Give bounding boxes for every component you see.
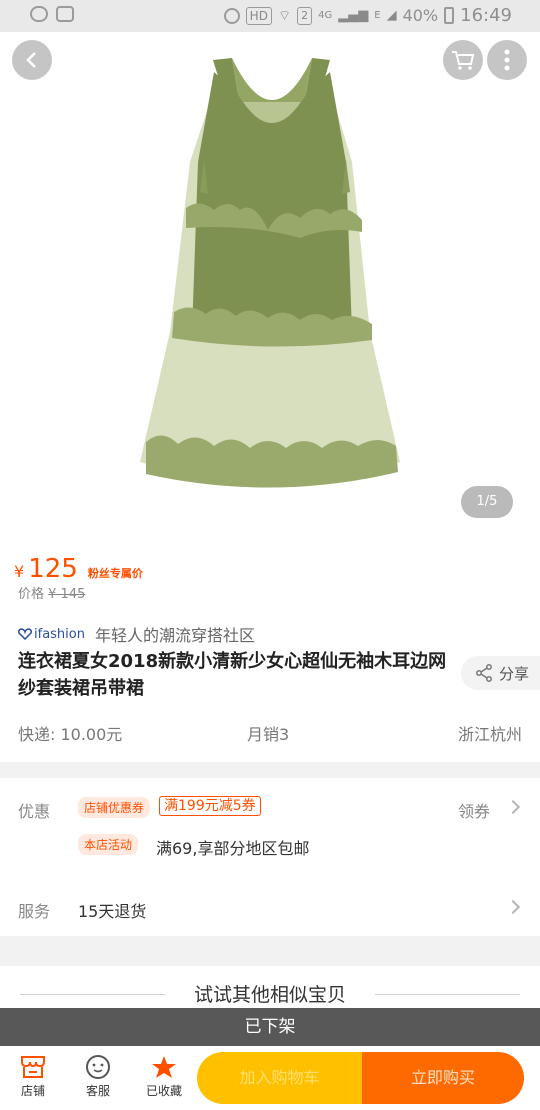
more-vertical-icon [504, 49, 510, 71]
image-pager: 1/5 [461, 486, 513, 518]
store-activity-tag: 本店活动 [78, 834, 139, 855]
status-bar: HD ⌔ 2 4G ▂▄▆ E ◢ 40% 16:49 [0, 0, 540, 32]
original-price: ¥ 145 [48, 587, 86, 602]
product-gallery[interactable]: 1/5 [0, 32, 540, 540]
product-title: 连衣裙夏女2018新款小清新少女心超仙无袖木耳边网纱套装裙吊带裙 [18, 651, 447, 699]
clock: 16:49 [460, 5, 512, 26]
currency-symbol: ¥ [14, 562, 25, 581]
shipping-fee: 快递: 10.00元 [18, 725, 123, 744]
original-price-label: 价格 [18, 587, 45, 602]
product-image [140, 58, 400, 488]
wifi-icon: ⌔ [277, 7, 292, 24]
shop-label: 店铺 [20, 1084, 45, 1098]
share-button[interactable]: 分享 [461, 656, 540, 690]
favorite-label: 已收藏 [145, 1084, 182, 1098]
network-type: 4G [318, 10, 333, 21]
delisted-banner: 已下架 [0, 1008, 540, 1046]
wechat-icon [30, 6, 48, 22]
sim-badge: 2 [297, 6, 313, 25]
favorite-button[interactable]: 已收藏 [139, 1052, 189, 1099]
price-row: ¥ 125 粉丝专属价 [14, 554, 143, 584]
hd-badge: HD [245, 6, 272, 25]
fan-price-label: 粉丝专属价 [87, 567, 143, 580]
back-button[interactable] [12, 40, 52, 80]
original-price-row: 价格 ¥ 145 [18, 583, 85, 602]
chevron-right-icon [505, 899, 521, 915]
add-to-cart-button[interactable]: 加入购物车 [197, 1052, 362, 1104]
shop-icon [21, 1056, 45, 1078]
product-info: ¥ 125 粉丝专属价 价格 ¥ 145 ifashion 年轻人的潮流穿搭社区… [0, 540, 540, 762]
customer-service-label: 客服 [85, 1084, 110, 1098]
shop-button[interactable]: 店铺 [8, 1052, 58, 1099]
signal-icon: ▂▄▆ [338, 8, 369, 23]
share-icon [476, 664, 492, 682]
cart-icon [452, 51, 475, 70]
ship-location: 浙江杭州 [457, 725, 522, 744]
ifashion-logo-text: ifashion [34, 626, 85, 642]
heart-badge-icon [18, 628, 32, 640]
more-options-button[interactable] [487, 40, 527, 80]
star-icon [152, 1056, 176, 1078]
chat-icon [86, 1055, 110, 1079]
share-label: 分享 [499, 664, 530, 683]
shop-coupon-tag: 店铺优惠券 [78, 797, 151, 818]
bottom-action-bar: 店铺 客服 已收藏 加入购物车 立即购买 [0, 1046, 540, 1110]
claim-coupon-button[interactable]: 领券 [458, 798, 490, 822]
coupon-offer[interactable]: 满199元减5券 [159, 796, 261, 816]
monthly-sales: 月销3 [247, 725, 290, 744]
promotion-section: 优惠 店铺优惠券 满199元减5券 领券 本店活动 满69,享部分地区包邮 服务… [0, 778, 540, 936]
battery-percent: 40% [402, 6, 439, 25]
similar-items-header: 试试其他相似宝贝 [0, 966, 540, 1010]
brand-slogan: 年轻人的潮流穿搭社区 [94, 626, 255, 645]
signal-icon-2: ◢ [386, 8, 397, 23]
battery-icon [444, 7, 455, 24]
brand-row[interactable]: ifashion 年轻人的潮流穿搭社区 [18, 622, 255, 646]
product-page: HD ⌔ 2 4G ▂▄▆ E ◢ 40% 16:49 1/5 ¥ 125 粉丝… [0, 0, 540, 1110]
service-label: 服务 [18, 902, 51, 921]
customer-service-button[interactable]: 客服 [73, 1052, 123, 1099]
ifashion-logo: ifashion [18, 627, 85, 642]
divider [375, 994, 520, 995]
price: 125 [28, 554, 78, 584]
network-type-2: E [374, 10, 381, 21]
chevron-left-icon [26, 52, 36, 68]
discount-label: 优惠 [18, 802, 51, 821]
chevron-right-icon [505, 799, 521, 815]
gallery-icon [56, 6, 74, 22]
service-value[interactable]: 15天退货 [78, 898, 146, 922]
buy-now-button[interactable]: 立即购买 [362, 1052, 524, 1104]
store-activity-text: 满69,享部分地区包邮 [156, 839, 310, 858]
alarm-icon [223, 7, 240, 24]
cart-button[interactable] [443, 40, 483, 80]
